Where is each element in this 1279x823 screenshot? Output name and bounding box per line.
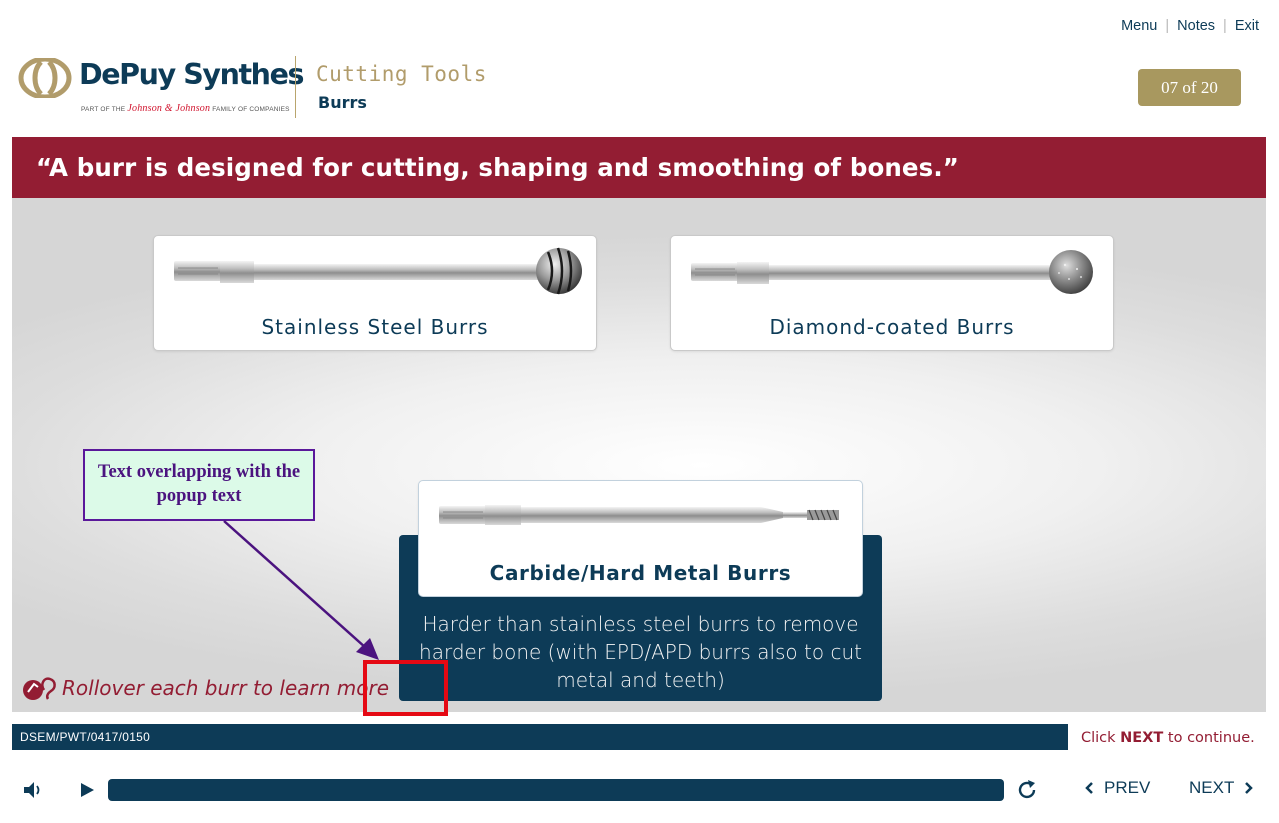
diamond-coated-burr-label: Diamond-coated Burrs bbox=[769, 315, 1015, 339]
diamond-coated-burr-card[interactable]: Diamond-coated Burrs bbox=[670, 235, 1114, 351]
overlap-highlight-box bbox=[363, 660, 448, 716]
logo-tagline: PART OF THE Johnson & Johnson FAMILY OF … bbox=[81, 103, 290, 114]
top-nav: Menu | Notes | Exit bbox=[1121, 18, 1259, 34]
footer-bar: DSEM/PWT/0417/0150 bbox=[12, 724, 1068, 750]
replay-button[interactable] bbox=[1015, 778, 1039, 802]
click-next-hint: Click NEXT to continue. bbox=[1081, 730, 1255, 746]
next-button[interactable]: NEXT bbox=[1189, 778, 1254, 798]
play-button[interactable] bbox=[77, 780, 97, 800]
logo-mark-icon bbox=[18, 58, 72, 98]
volume-button[interactable] bbox=[22, 780, 44, 800]
course-page: { "topnav": { "menu": "Menu", "notes": "… bbox=[0, 0, 1279, 823]
carbide-burr-description: Harder than stainless steel burrs to rem… bbox=[419, 612, 862, 692]
stainless-burr-image bbox=[174, 247, 582, 295]
player-controls: PREV NEXT bbox=[0, 770, 1279, 810]
rollover-text: Rollover each burr to learn more bbox=[62, 676, 390, 700]
next-label: NEXT bbox=[1189, 778, 1235, 797]
tagline-suffix: FAMILY OF COMPANIES bbox=[212, 106, 290, 113]
notes-link[interactable]: Notes bbox=[1177, 18, 1215, 34]
exit-link[interactable]: Exit bbox=[1235, 18, 1259, 34]
separator: | bbox=[1223, 18, 1227, 34]
stainless-steel-burr-card[interactable]: Stainless Steel Burrs bbox=[153, 235, 597, 351]
hand-pointer-icon bbox=[23, 677, 56, 700]
speaker-icon bbox=[24, 782, 40, 798]
logo-wordmark: DePuy Synthes bbox=[79, 58, 304, 91]
play-icon bbox=[81, 783, 94, 797]
chevron-right-icon bbox=[1245, 782, 1254, 794]
rollover-instruction: Rollover each burr to learn more bbox=[22, 674, 389, 702]
replay-icon bbox=[1018, 780, 1036, 799]
carbide-burr-card[interactable]: Carbide/Hard Metal Burrs bbox=[418, 480, 863, 597]
carbide-burr-label: Carbide/Hard Metal Burrs bbox=[489, 561, 792, 585]
prev-label: PREV bbox=[1104, 778, 1151, 797]
stainless-steel-burr-label: Stainless Steel Burrs bbox=[261, 315, 489, 339]
separator: | bbox=[1165, 18, 1170, 34]
tagline-prefix: PART OF THE bbox=[81, 106, 126, 113]
chevron-left-icon bbox=[1085, 782, 1093, 794]
menu-link[interactable]: Menu bbox=[1121, 18, 1157, 34]
page-counter: 07 of 20 bbox=[1138, 69, 1241, 106]
click-hint-prefix: Click bbox=[1081, 730, 1116, 746]
diamond-burr-image bbox=[691, 250, 1093, 294]
depuy-synthes-logo: DePuy Synthes PART OF THE Johnson & John… bbox=[18, 56, 304, 118]
overlap-annotation: Text overlapping with the popup text bbox=[83, 449, 315, 521]
course-subtitle: Burrs bbox=[318, 93, 367, 112]
quote-banner: “A burr is designed for cutting, shaping… bbox=[12, 137, 1266, 198]
progress-bar[interactable] bbox=[108, 779, 1004, 801]
tagline-brand: Johnson & Johnson bbox=[127, 103, 211, 114]
course-title: Cutting Tools bbox=[316, 62, 487, 86]
carbide-burr-image bbox=[439, 505, 839, 525]
click-hint-suffix: to continue. bbox=[1167, 730, 1255, 746]
header-divider bbox=[295, 56, 296, 118]
click-hint-next: NEXT bbox=[1120, 730, 1164, 746]
document-code: DSEM/PWT/0417/0150 bbox=[20, 730, 151, 744]
prev-button[interactable]: PREV bbox=[1085, 778, 1150, 798]
